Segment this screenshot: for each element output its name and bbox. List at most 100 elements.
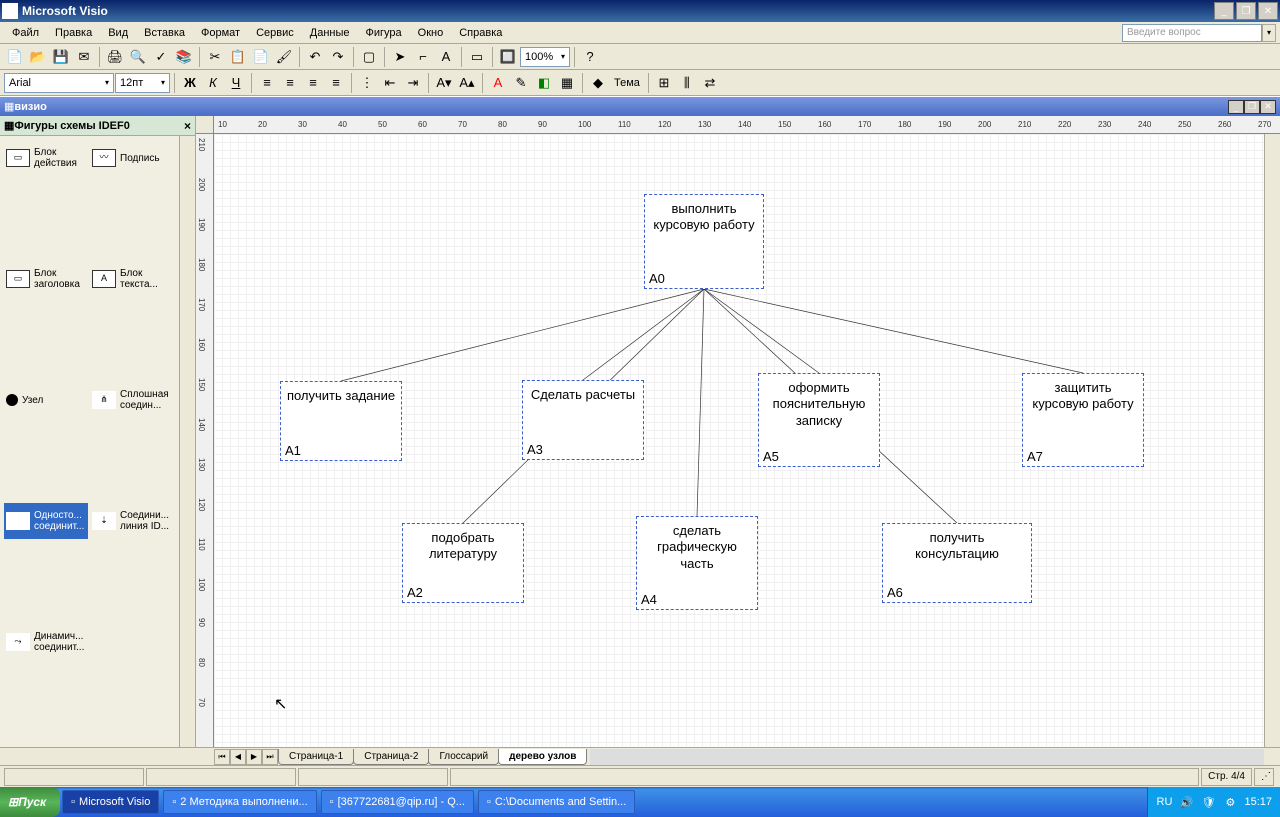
tray-lang-icon[interactable]: RU xyxy=(1156,794,1172,810)
page-tab[interactable]: Страница-2 xyxy=(353,749,429,765)
menu-view[interactable]: Вид xyxy=(100,25,136,41)
shape-item[interactable]: ⇣Соедини... линия ID... xyxy=(90,503,174,539)
mail-button[interactable]: ✉ xyxy=(73,46,95,68)
diagram-box[interactable]: Сделать расчетыA3 xyxy=(522,380,644,460)
tab-prev-button[interactable]: ◀ xyxy=(230,749,246,765)
shape-item[interactable]: ⤳Динамич... соединит... xyxy=(4,624,88,660)
copy-button[interactable]: 📋 xyxy=(227,46,249,68)
taskbar-button[interactable]: ▫C:\Documents and Settin... xyxy=(478,790,635,814)
open-button[interactable]: 📂 xyxy=(27,46,49,68)
tray-icon[interactable]: 🛡 xyxy=(1200,794,1216,810)
text-tool[interactable]: A xyxy=(435,46,457,68)
diagram-box[interactable]: получить заданиеA1 xyxy=(280,381,402,461)
page-tab[interactable]: Страница-1 xyxy=(278,749,354,765)
shape-item[interactable]: ▭Блок заголовка xyxy=(4,261,88,297)
save-button[interactable]: 💾 xyxy=(50,46,72,68)
diagram-box[interactable]: защитить курсовую работуA7 xyxy=(1022,373,1144,467)
vertical-scrollbar[interactable] xyxy=(1264,134,1280,747)
shape-item[interactable]: ▭Блок действия xyxy=(4,140,88,176)
tray-clock[interactable]: 15:17 xyxy=(1244,796,1272,808)
taskbar-button[interactable]: ▫[367722681@qip.ru] - Q... xyxy=(321,790,474,814)
menu-help[interactable]: Справка xyxy=(451,25,510,41)
close-button[interactable]: ✕ xyxy=(1258,2,1278,20)
tray-icon[interactable]: 🔊 xyxy=(1178,794,1194,810)
page-tab[interactable]: дерево узлов xyxy=(498,749,587,765)
minimize-button[interactable]: _ xyxy=(1214,2,1234,20)
italic-button[interactable]: К xyxy=(202,72,224,94)
cut-button[interactable]: ✂ xyxy=(204,46,226,68)
print-preview-button[interactable]: 🔍 xyxy=(127,46,149,68)
align-justify-button[interactable]: ≡ xyxy=(325,72,347,94)
align-shapes-button[interactable]: ⊞ xyxy=(653,72,675,94)
underline-button[interactable]: Ч xyxy=(225,72,247,94)
shape-item[interactable]: →Односто... соединит... xyxy=(4,503,88,539)
format-painter-button[interactable]: 🖌 xyxy=(273,46,295,68)
bold-button[interactable]: Ж xyxy=(179,72,201,94)
restore-button[interactable]: ❐ xyxy=(1236,2,1256,20)
decrease-font-button[interactable]: A▾ xyxy=(433,72,455,94)
shadow-button[interactable]: ▦ xyxy=(556,72,578,94)
decrease-indent-button[interactable]: ⇤ xyxy=(379,72,401,94)
page-tab[interactable]: Глоссарий xyxy=(428,749,499,765)
diagram-box[interactable]: оформить пояснительную запискуA5 xyxy=(758,373,880,467)
font-combo[interactable]: Arial▾ xyxy=(4,73,114,93)
align-right-button[interactable]: ≡ xyxy=(302,72,324,94)
zoom-fit-button[interactable]: 🔲 xyxy=(497,46,519,68)
tab-last-button[interactable]: ⏭ xyxy=(262,749,278,765)
zoom-combo[interactable]: 100%▾ xyxy=(520,47,570,67)
spellcheck-button[interactable]: ✓ xyxy=(150,46,172,68)
horizontal-scrollbar[interactable] xyxy=(590,749,1264,765)
increase-font-button[interactable]: A▴ xyxy=(456,72,478,94)
shapes-close-button[interactable]: × xyxy=(184,119,191,133)
connect-shapes-button[interactable]: ⇄ xyxy=(699,72,721,94)
tab-next-button[interactable]: ▶ xyxy=(246,749,262,765)
pointer-tool[interactable]: ➤ xyxy=(389,46,411,68)
align-left-button[interactable]: ≡ xyxy=(256,72,278,94)
menu-file[interactable]: Файл xyxy=(4,25,47,41)
new-button[interactable]: 📄 xyxy=(4,46,26,68)
increase-indent-button[interactable]: ⇥ xyxy=(402,72,424,94)
taskbar-button[interactable]: ▫Microsoft Visio xyxy=(62,790,159,814)
diagram-box[interactable]: подобрать литературуA2 xyxy=(402,523,524,603)
menu-window[interactable]: Окно xyxy=(410,25,452,41)
ask-question-box[interactable]: Введите вопрос xyxy=(1122,24,1262,42)
menu-data[interactable]: Данные xyxy=(302,25,358,41)
taskbar-button[interactable]: ▫2 Методика выполнени... xyxy=(163,790,316,814)
shape-item[interactable]: AБлок текста... xyxy=(90,261,174,297)
shapes-scrollbar[interactable] xyxy=(179,136,195,747)
shapes-button[interactable]: ▢ xyxy=(358,46,380,68)
menu-format[interactable]: Формат xyxy=(193,25,248,41)
align-center-button[interactable]: ≡ xyxy=(279,72,301,94)
font-size-combo[interactable]: 12пт▾ xyxy=(115,73,170,93)
paste-button[interactable]: 📄 xyxy=(250,46,272,68)
tray-icon[interactable]: ⚙ xyxy=(1222,794,1238,810)
menu-shape[interactable]: Фигура xyxy=(358,25,410,41)
line-color-button[interactable]: ✎ xyxy=(510,72,532,94)
ask-dropdown[interactable]: ▾ xyxy=(1262,24,1276,42)
connector-tool[interactable]: ⌐ xyxy=(412,46,434,68)
research-button[interactable]: 📚 xyxy=(173,46,195,68)
rectangle-tool[interactable]: ▭ xyxy=(466,46,488,68)
doc-close-button[interactable]: ✕ xyxy=(1260,100,1276,114)
shape-item[interactable]: ⋔Сплошная соедин... xyxy=(90,382,174,418)
print-button[interactable]: 🖨 xyxy=(104,46,126,68)
drawing-canvas[interactable]: ↖ выполнить курсовую работуA0получить за… xyxy=(214,134,1280,747)
distribute-button[interactable]: ⫼ xyxy=(676,72,698,94)
theme-icon[interactable]: ◆ xyxy=(587,72,609,94)
redo-button[interactable]: ↷ xyxy=(327,46,349,68)
diagram-box[interactable]: сделать графическую частьA4 xyxy=(636,516,758,610)
bullets-button[interactable]: ⋮ xyxy=(356,72,378,94)
diagram-box[interactable]: выполнить курсовую работуA0 xyxy=(644,194,764,289)
help-button[interactable]: ? xyxy=(579,46,601,68)
shape-item[interactable]: Узел xyxy=(4,382,88,418)
fill-color-button[interactable]: ◧ xyxy=(533,72,555,94)
undo-button[interactable]: ↶ xyxy=(304,46,326,68)
menu-tools[interactable]: Сервис xyxy=(248,25,302,41)
start-button[interactable]: ⊞ Пуск xyxy=(0,787,60,817)
diagram-box[interactable]: получить консультациюA6 xyxy=(882,523,1032,603)
doc-minimize-button[interactable]: _ xyxy=(1228,100,1244,114)
menu-edit[interactable]: Правка xyxy=(47,25,100,41)
shape-item[interactable]: 〰Подпись xyxy=(90,140,174,176)
menu-insert[interactable]: Вставка xyxy=(136,25,193,41)
tab-first-button[interactable]: ⏮ xyxy=(214,749,230,765)
